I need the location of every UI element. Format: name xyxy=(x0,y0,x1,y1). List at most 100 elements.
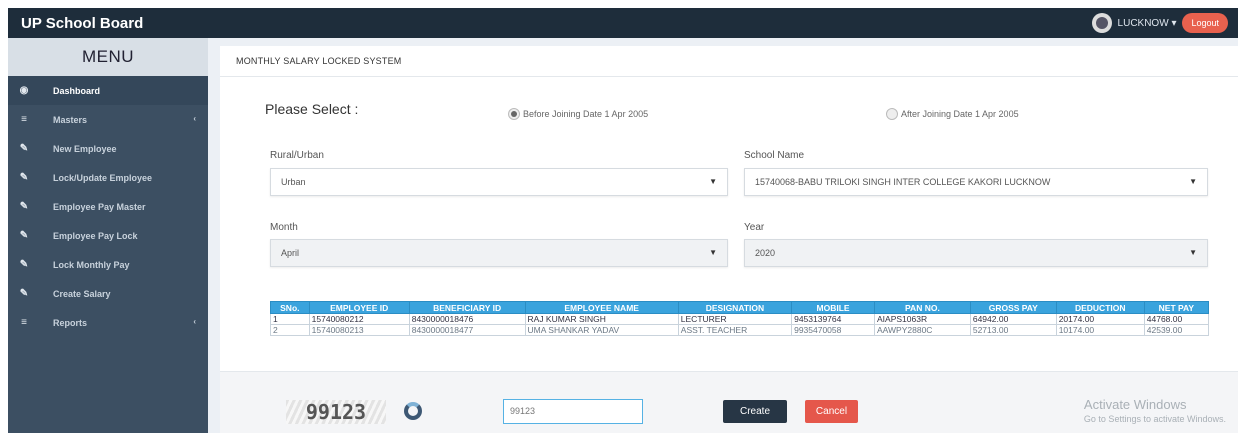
table-cell: 20174.00 xyxy=(1055,313,1145,325)
school-name-label: School Name xyxy=(744,150,805,161)
table-cell: 44768.00 xyxy=(1143,313,1210,325)
table-row: 1 15740080212 8430000018476 RAJ KUMAR SI… xyxy=(270,313,1210,325)
caret-down-icon: ▼ xyxy=(709,177,717,186)
column-header: BENEFICIARY ID xyxy=(408,301,526,314)
table-header-row: SNo. EMPLOYEE ID BENEFICIARY ID EMPLOYEE… xyxy=(270,301,1210,314)
chevron-left-icon: ‹ xyxy=(193,114,196,123)
caret-down-icon: ▼ xyxy=(709,248,717,257)
location-label: LUCKNOW xyxy=(1117,17,1169,29)
menu-heading: MENU xyxy=(8,38,208,76)
column-header: NET PAY xyxy=(1143,301,1210,314)
pencil-icon: ✎ xyxy=(19,201,29,212)
column-header: MOBILE xyxy=(791,301,875,314)
please-select-label: Please Select : xyxy=(265,101,359,117)
radio-before-2005[interactable]: Before Joining Date 1 Apr 2005 xyxy=(508,108,648,120)
column-header: EMPLOYEE NAME xyxy=(524,301,679,314)
radio-after-2005[interactable]: After Joining Date 1 Apr 2005 xyxy=(886,108,1019,120)
column-header: EMPLOYEE ID xyxy=(308,301,410,314)
watermark-title: Activate Windows xyxy=(1083,397,1187,412)
rural-urban-value: Urban xyxy=(281,177,306,187)
radio-button-checked[interactable] xyxy=(508,108,520,120)
create-button[interactable]: Create xyxy=(723,400,787,423)
pencil-icon: ✎ xyxy=(19,230,29,241)
table-cell: 52713.00 xyxy=(969,324,1057,336)
caret-down-icon: ▾ xyxy=(1171,17,1177,29)
sidebar-item-label: Masters xyxy=(53,114,88,125)
activate-windows-watermark: Activate Windows Go to Settings to activ… xyxy=(1084,397,1226,424)
captcha-image: 99123 xyxy=(286,400,386,424)
watermark-subtitle: Go to Settings to activate Windows. xyxy=(1083,414,1226,424)
column-header: DESIGNATION xyxy=(677,301,793,314)
list-icon: ≡ xyxy=(21,114,27,125)
app-title[interactable]: UP School Board xyxy=(21,15,143,32)
table-cell: 1 xyxy=(270,313,310,325)
sidebar-item-employee-pay-lock[interactable]: ✎ Employee Pay Lock xyxy=(8,221,208,250)
cancel-button[interactable]: Cancel xyxy=(805,400,858,423)
table-cell: 9935470058 xyxy=(791,324,875,336)
month-value: April xyxy=(281,248,300,258)
school-name-select[interactable]: 15740068-BABU TRILOKI SINGH INTER COLLEG… xyxy=(744,168,1208,196)
month-select[interactable]: April ▼ xyxy=(270,239,728,267)
sidebar-item-lock-update-employee[interactable]: ✎ Lock/Update Employee xyxy=(8,163,208,192)
user-area: LUCKNOW ▾ Logout xyxy=(1091,13,1228,33)
table-cell: 9453139764 xyxy=(791,313,875,325)
pencil-icon: ✎ xyxy=(19,288,29,299)
sidebar-item-lock-monthly-pay[interactable]: ✎ Lock Monthly Pay xyxy=(8,250,208,279)
table-cell: 42539.00 xyxy=(1143,324,1210,336)
refresh-captcha-icon[interactable] xyxy=(404,402,422,420)
table-row: 2 15740080213 8430000018477 UMA SHANKAR … xyxy=(270,324,1210,336)
sidebar-item-employee-pay-master[interactable]: ✎ Employee Pay Master xyxy=(8,192,208,221)
sidebar-item-dashboard[interactable]: ◉ Dashboard xyxy=(8,76,208,105)
table-cell: AIAPS1063R xyxy=(874,313,971,325)
sidebar-item-new-employee[interactable]: ✎ New Employee xyxy=(8,134,208,163)
year-label: Year xyxy=(744,222,765,233)
employee-table: SNo. EMPLOYEE ID BENEFICIARY ID EMPLOYEE… xyxy=(270,301,1210,336)
table-cell: 2 xyxy=(270,324,310,336)
captcha-input[interactable]: 99123 xyxy=(503,399,643,424)
radio-button[interactable] xyxy=(886,108,898,120)
table-cell: 8430000018476 xyxy=(408,313,526,325)
year-value: 2020 xyxy=(755,248,776,258)
sidebar-nav: ◉ Dashboard ≡ Masters ‹ ✎ New Employee ✎… xyxy=(8,76,208,337)
logout-button[interactable]: Logout xyxy=(1182,13,1228,33)
radio-after-label: After Joining Date 1 Apr 2005 xyxy=(901,109,1019,119)
rural-urban-select[interactable]: Urban ▼ xyxy=(270,168,728,196)
top-navbar: UP School Board LUCKNOW ▾ Logout xyxy=(8,8,1238,38)
sidebar-item-masters[interactable]: ≡ Masters ‹ xyxy=(8,105,208,134)
table-cell: 15740080212 xyxy=(308,313,410,325)
sidebar-item-label: Reports xyxy=(53,317,88,328)
sidebar-item-label: Employee Pay Master xyxy=(53,201,146,212)
table-cell: 64942.00 xyxy=(969,313,1057,325)
column-header: PAN NO. xyxy=(874,301,971,314)
table-cell: AAWPY2880C xyxy=(874,324,971,336)
table-cell: 10174.00 xyxy=(1055,324,1145,336)
form-footer: 99123 99123 Create Cancel Activate Windo… xyxy=(220,371,1238,433)
location-dropdown[interactable]: LUCKNOW ▾ xyxy=(1118,18,1177,29)
sidebar-item-reports[interactable]: ≡ Reports ‹ xyxy=(8,308,208,337)
table-cell: ASST. TEACHER xyxy=(677,324,793,336)
table-cell: LECTURER xyxy=(677,313,793,325)
column-header: SNo. xyxy=(270,301,310,314)
table-cell: 8430000018477 xyxy=(408,324,526,336)
rural-urban-label: Rural/Urban xyxy=(270,150,324,161)
sidebar-item-label: New Employee xyxy=(53,143,117,154)
sidebar-item-create-salary[interactable]: ✎ Create Salary xyxy=(8,279,208,308)
table-cell: RAJ KUMAR SINGH xyxy=(524,313,679,325)
sidebar-item-label: Create Salary xyxy=(53,288,111,299)
chevron-left-icon: ‹ xyxy=(193,317,196,326)
table-cell: UMA SHANKAR YADAV xyxy=(524,324,679,336)
sidebar: MENU ◉ Dashboard ≡ Masters ‹ ✎ New Emplo… xyxy=(8,38,208,433)
sidebar-item-label: Employee Pay Lock xyxy=(53,230,138,241)
pencil-icon: ✎ xyxy=(19,172,29,183)
table-cell: 15740080213 xyxy=(308,324,410,336)
sidebar-item-label: Lock Monthly Pay xyxy=(53,259,130,270)
column-header: GROSS PAY xyxy=(969,301,1057,314)
panel-title: MONTHLY SALARY LOCKED SYSTEM xyxy=(220,46,1238,77)
year-select[interactable]: 2020 ▼ xyxy=(744,239,1208,267)
month-label: Month xyxy=(270,222,298,233)
school-name-value: 15740068-BABU TRILOKI SINGH INTER COLLEG… xyxy=(755,177,1051,187)
sidebar-item-label: Lock/Update Employee xyxy=(53,172,153,183)
pencil-icon: ✎ xyxy=(19,259,29,270)
column-header: DEDUCTION xyxy=(1055,301,1145,314)
caret-down-icon: ▼ xyxy=(1189,248,1197,257)
